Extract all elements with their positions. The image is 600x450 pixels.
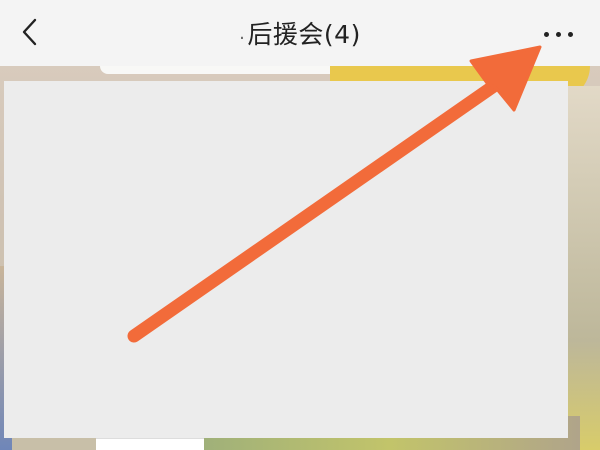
chat-title-text: 后援会(4) — [247, 20, 361, 49]
more-horizontal-icon — [543, 31, 549, 37]
more-button[interactable] — [532, 18, 584, 50]
more-horizontal-icon — [555, 31, 561, 37]
chat-title: . 后援会(4) — [0, 0, 600, 66]
top-navigation-bar: . 后援会(4) — [0, 0, 600, 66]
background-shape — [568, 86, 600, 450]
redacted-content-panel — [4, 81, 568, 438]
title-prefix: . — [239, 22, 246, 44]
background-shape — [96, 438, 204, 450]
more-horizontal-icon — [567, 31, 573, 37]
